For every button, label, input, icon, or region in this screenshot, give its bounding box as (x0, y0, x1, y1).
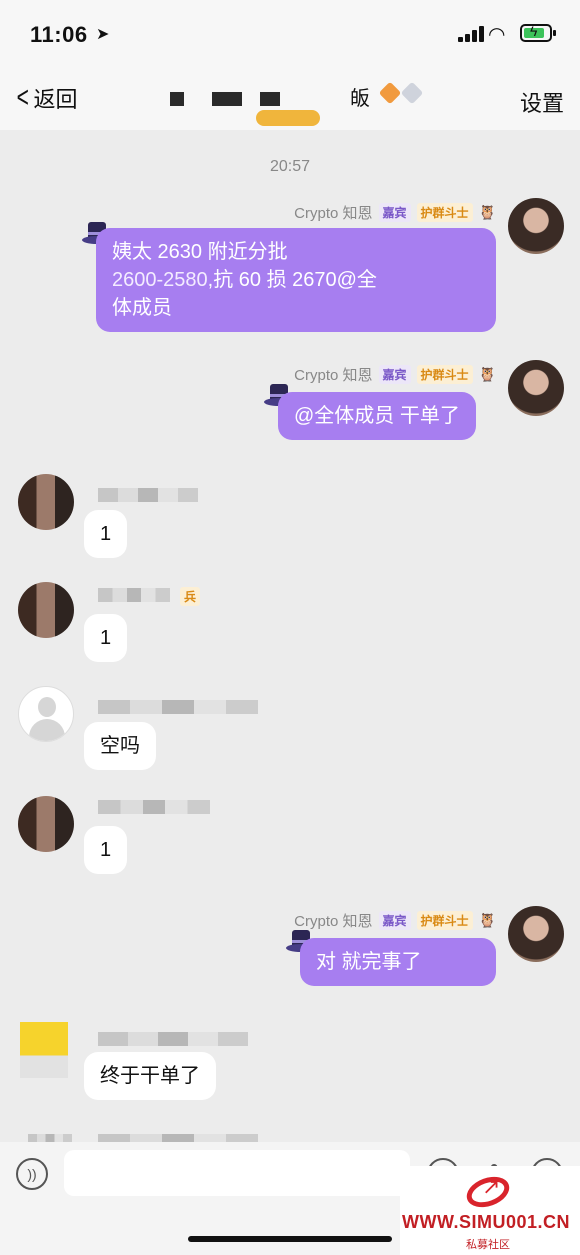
sender-info: Crypto 知恩 嘉宾 护群斗士 🦉 (294, 364, 496, 385)
badge-guard: 护群斗士 (416, 365, 473, 384)
redacted-title (260, 92, 280, 106)
avatar[interactable] (508, 198, 564, 254)
message-bubble[interactable]: 对 就完事了 (300, 938, 496, 986)
message-bubble[interactable]: 1 (84, 826, 128, 874)
back-label: 返回 (33, 87, 78, 112)
message-text: 1 (100, 627, 112, 649)
redacted-sender-name (98, 588, 170, 602)
redacted-title (170, 92, 184, 106)
redacted-sender-name (98, 488, 198, 502)
redacted-sender-name (98, 700, 258, 714)
avatar[interactable] (18, 582, 74, 638)
wifi-icon: ◠ (488, 24, 506, 46)
voice-input-icon[interactable]: )) (16, 1158, 48, 1190)
sender-info: Crypto 知恩 嘉宾 护群斗士 🦉 (294, 202, 496, 223)
avatar[interactable] (20, 1022, 68, 1078)
group-title: 皈 (160, 76, 430, 126)
message-text: 体成员 (112, 297, 172, 319)
message-text: 终于干单了 (100, 1065, 200, 1087)
message-bubble[interactable]: 终于干单了 (84, 1052, 216, 1100)
badge-guard: 护群斗士 (416, 911, 473, 930)
avatar[interactable] (18, 686, 74, 742)
sender-name: Crypto 知恩 (294, 205, 373, 222)
chat-header: < 返回 皈 设置 (0, 68, 580, 130)
avatar[interactable] (508, 906, 564, 962)
redacted-sender-name (98, 800, 210, 814)
badge-guest: 嘉宾 (378, 203, 411, 222)
message-input[interactable] (64, 1150, 410, 1196)
redacted-sender-name (98, 1032, 248, 1046)
message-bubble[interactable]: 1 (84, 510, 128, 558)
battery-icon: ϟ (520, 23, 556, 42)
settings-button[interactable]: 设置 (520, 86, 564, 118)
home-indicator (188, 1236, 392, 1242)
avatar[interactable] (18, 796, 74, 852)
back-button[interactable]: < 返回 (14, 82, 78, 114)
diamond-icon (400, 81, 424, 105)
location-arrow-icon: ➤ (96, 26, 110, 43)
group-title-char: 皈 (350, 88, 370, 110)
diamond-icon (378, 81, 402, 105)
owl-icon: 🦉 (478, 204, 496, 220)
status-time: 11:06 (30, 22, 88, 47)
message-bubble[interactable]: 空吗 (84, 722, 156, 770)
message-text: @全体成员 干单了 (294, 405, 460, 427)
redacted-title (212, 92, 242, 106)
status-bar: 11:06 ➤ ◠ ϟ (0, 0, 580, 68)
message-text: 对 就完事了 (316, 951, 422, 973)
message-text: ,抗 60 损 2670@全 (207, 269, 377, 291)
member-badge: 兵 (180, 587, 201, 606)
message-bubble[interactable]: 姨太 2630 附近分批 2600-2580,抗 60 损 2670@全 体成员 (96, 228, 496, 332)
message-text: 1 (100, 523, 112, 545)
sender-info: Crypto 知恩 嘉宾 护群斗士 🦉 (294, 910, 496, 931)
sender-name: Crypto 知恩 (294, 367, 373, 384)
message-text: 姨太 2630 附近分批 (112, 241, 288, 263)
message-list[interactable]: 20:57 Crypto 知恩 嘉宾 护群斗士 🦉 姨太 2630 附近分批 2… (0, 130, 580, 1148)
watermark-logo-icon: ↗ (460, 1171, 518, 1213)
message-bubble[interactable]: @全体成员 干单了 (278, 392, 476, 440)
cellular-signal-icon (458, 26, 484, 42)
owl-icon: 🦉 (478, 912, 496, 928)
message-text: 空吗 (100, 735, 140, 757)
badge-guard: 护群斗士 (416, 203, 473, 222)
watermark: ↗ WWW.SIMU001.CN 私募社区 (400, 1166, 580, 1255)
message-text: 2600-2580 (112, 269, 208, 291)
watermark-url: WWW.SIMU001.CN (402, 1212, 571, 1232)
watermark-caption: 私募社区 (466, 1239, 510, 1251)
sender-name: Crypto 知恩 (294, 913, 373, 930)
message-timestamp: 20:57 (269, 158, 311, 175)
badge-guest: 嘉宾 (378, 365, 411, 384)
owl-icon: 🦉 (478, 366, 496, 382)
avatar[interactable] (508, 360, 564, 416)
message-bubble[interactable]: 1 (84, 614, 128, 662)
avatar[interactable] (18, 474, 74, 530)
badge-guest: 嘉宾 (378, 911, 411, 930)
chevron-left-icon: < (16, 81, 29, 114)
group-subtitle-tag (256, 110, 320, 126)
message-text: 1 (100, 839, 112, 861)
